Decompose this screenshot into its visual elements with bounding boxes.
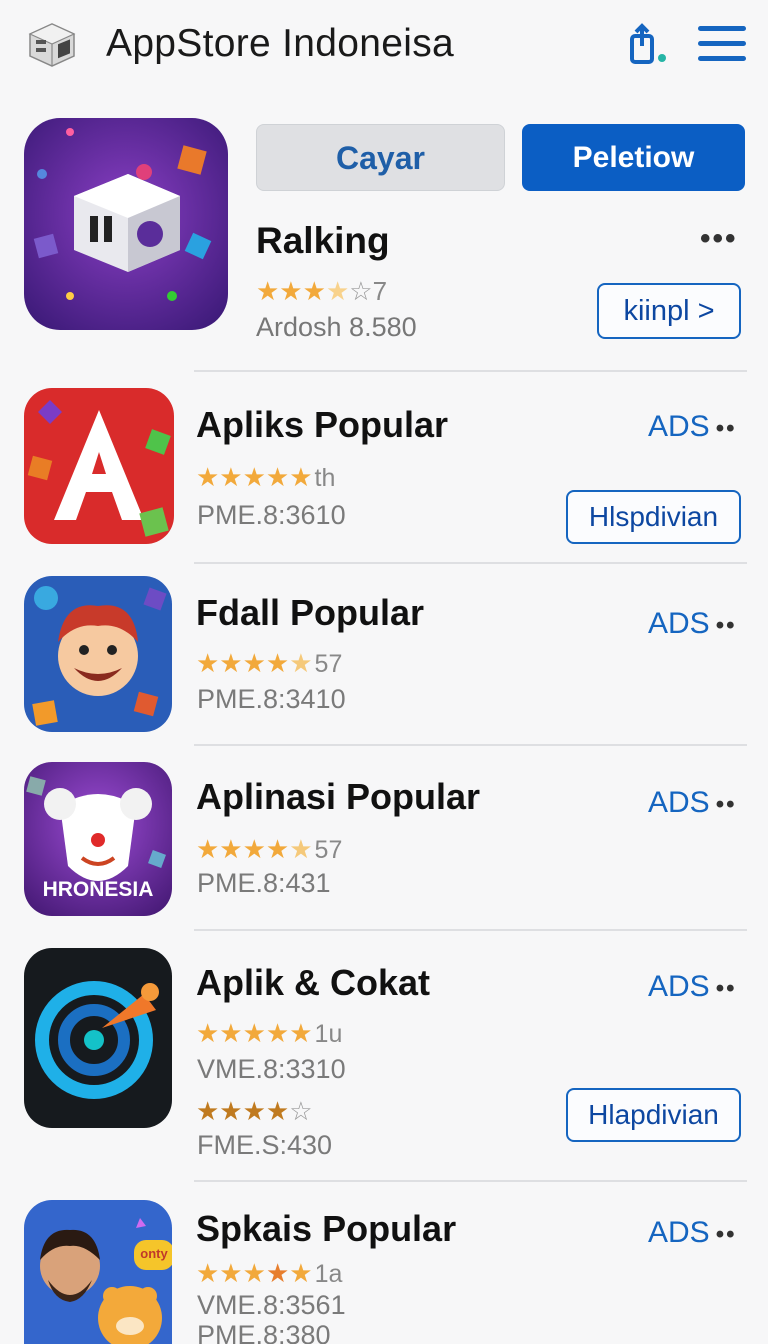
- app-meta: VME.8:3561: [197, 1290, 346, 1320]
- ads-label[interactable]: ADS ••: [648, 410, 737, 444]
- ads-label[interactable]: ADS ••: [648, 970, 737, 1004]
- app-header: AppStore Indoneisa: [0, 0, 768, 96]
- featured-rating: ★★★★☆7: [256, 276, 388, 306]
- app-name: Aplik & Cokat: [196, 962, 431, 1003]
- share-icon[interactable]: [624, 22, 674, 68]
- ads-label[interactable]: ADS ••: [648, 786, 737, 820]
- app-name: Fdall Popular: [196, 592, 425, 633]
- ads-label[interactable]: ADS ••: [648, 607, 737, 641]
- rating-stars: ★★★★★57: [196, 834, 343, 864]
- app-meta-secondary: FME.S:430: [197, 1130, 333, 1160]
- rating-stars: ★★★★★th: [196, 462, 336, 492]
- divider: [194, 929, 747, 931]
- app-meta: PME.8:3410: [197, 684, 346, 714]
- app-meta: PME.8:3610: [197, 500, 346, 530]
- more-options-icon[interactable]: •••: [700, 222, 738, 256]
- cayar-button[interactable]: Cayar: [256, 124, 505, 191]
- featured-app-icon[interactable]: [24, 118, 228, 330]
- divider: [194, 744, 747, 746]
- app-icon-target-rocket[interactable]: [24, 948, 172, 1128]
- divider: [194, 370, 747, 372]
- page-title: AppStore Indoneisa: [106, 22, 454, 65]
- ads-label[interactable]: ADS ••: [648, 1216, 737, 1250]
- divider: [194, 562, 747, 564]
- app-icon-red-a[interactable]: [24, 388, 174, 544]
- rating-stars: ★★★★★1u: [196, 1018, 343, 1048]
- app-icon-clown[interactable]: HRONESIA: [24, 762, 172, 916]
- kiinpl-button[interactable]: kiinpl >: [597, 283, 741, 339]
- app-icon-man-and-bear[interactable]: onty: [24, 1200, 172, 1344]
- app-meta: PME.8:431: [197, 868, 331, 898]
- app-icon-cartoon-face[interactable]: [24, 576, 172, 732]
- app-meta-secondary: PME.8:380: [197, 1320, 331, 1344]
- app-name: Spkais Popular: [196, 1208, 457, 1249]
- app-name: Aplinasi Popular: [196, 776, 481, 817]
- hamburger-menu-icon[interactable]: [698, 26, 746, 66]
- icon-caption: HRONESIA: [42, 878, 154, 901]
- hlspdivian-button[interactable]: Hlspdivian: [566, 490, 741, 544]
- rating-stars-secondary: ★★★★☆: [196, 1096, 313, 1126]
- peletiow-button[interactable]: Peletiow: [522, 124, 745, 191]
- icon-caption: onty: [140, 1246, 168, 1261]
- featured-app-name: Ralking: [256, 220, 390, 261]
- app-meta: VME.8:3310: [197, 1054, 346, 1084]
- rating-stars: ★★★★★1a: [196, 1258, 343, 1288]
- app-logo-icon[interactable]: [24, 18, 80, 70]
- hlapdivian-button[interactable]: Hlapdivian: [566, 1088, 741, 1142]
- divider: [194, 1180, 747, 1182]
- featured-subtitle: Ardosh 8.580: [256, 312, 417, 342]
- app-name: Apliks Popular: [196, 404, 449, 445]
- rating-stars: ★★★★★57: [196, 648, 343, 678]
